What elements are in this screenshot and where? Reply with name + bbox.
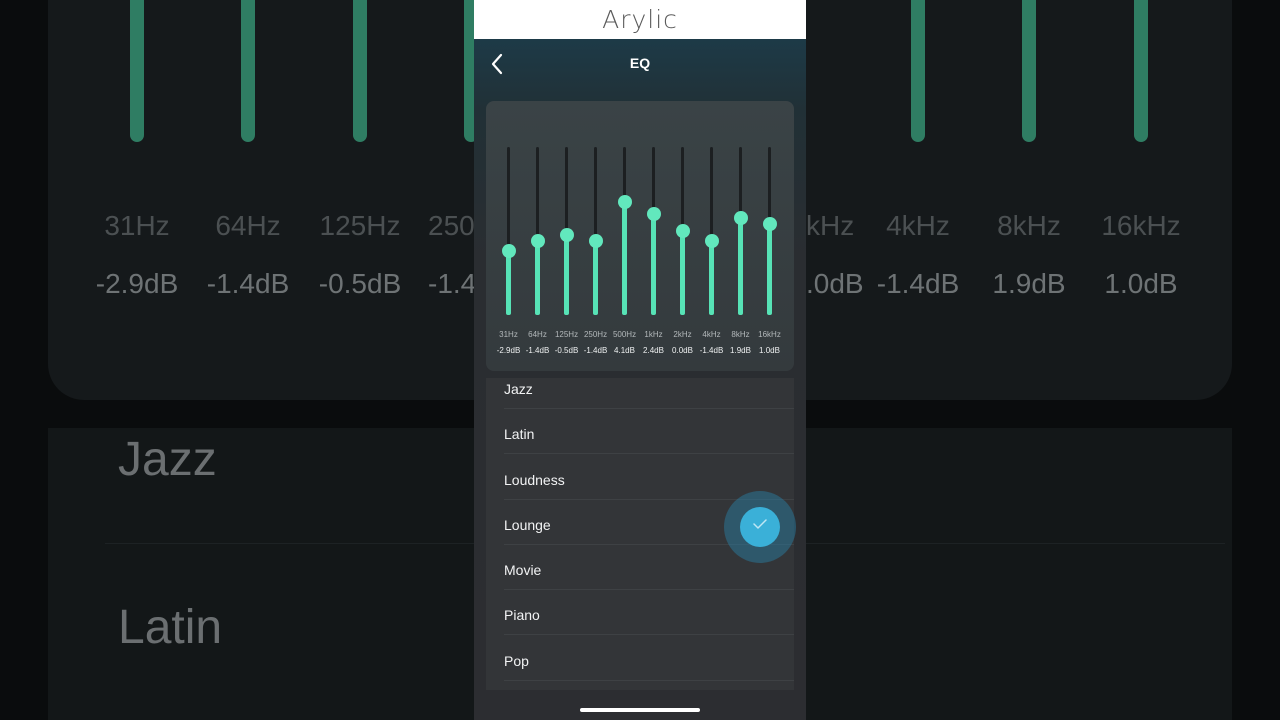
eq-slider-knob[interactable] <box>647 207 661 222</box>
eq-slider-fill <box>738 217 743 315</box>
eq-slider-knob[interactable] <box>589 233 603 248</box>
background-freq-label: 125Hz <box>319 210 401 241</box>
eq-slider-knob[interactable] <box>763 217 777 231</box>
eq-slider-knob[interactable] <box>560 227 574 242</box>
preset-label: Jazz <box>504 381 533 397</box>
preset-item-pop[interactable]: Pop <box>504 635 794 681</box>
preset-label: Piano <box>504 607 540 624</box>
eq-slider-fill <box>622 202 627 315</box>
background-db-label: -0.5dB <box>318 268 402 299</box>
background-bar <box>241 0 255 142</box>
eq-slider-knob[interactable] <box>676 224 690 238</box>
preset-label: Lounge <box>504 516 551 533</box>
eq-slider-knob[interactable] <box>705 233 719 248</box>
background-freq-label: 31Hz <box>104 210 170 241</box>
preset-label: Movie <box>504 562 542 579</box>
preset-label: Loudness <box>504 471 565 488</box>
background-bar <box>353 0 367 142</box>
preset-label: Latin <box>504 426 535 443</box>
brand-logo: Arylic <box>602 5 678 34</box>
eq-band-16khz: 16kHz 1.0dB <box>755 101 784 371</box>
background-bar <box>1134 0 1148 142</box>
eq-slider-knob[interactable] <box>734 210 748 225</box>
background-freq-label: 64Hz <box>215 210 281 241</box>
eq-slider-knob[interactable] <box>531 233 545 248</box>
background-db-label: -1.4dB <box>206 268 290 299</box>
phone-screen: Arylic EQ 31Hz -2.9dB 64Hz -1.4dB 125Hz -0.5d… <box>474 0 806 720</box>
eq-slider-fill <box>767 224 772 315</box>
eq-slider-fill <box>680 231 685 315</box>
preset-item-latin[interactable]: Latin <box>504 409 794 455</box>
home-indicator[interactable] <box>580 708 700 712</box>
background-freq-label: kHz <box>806 210 855 241</box>
eq-slider-fill <box>593 240 598 315</box>
eq-slider-fill <box>651 214 656 315</box>
eq-slider-fill <box>564 234 569 315</box>
background-freq-label: 16kHz <box>1101 210 1181 241</box>
eq-slider-knob[interactable] <box>502 244 516 259</box>
eq-slider-fill <box>506 251 511 315</box>
background-db-label: 1.9dB <box>992 268 1066 299</box>
background-bar <box>911 0 925 142</box>
background-db-label: 1.0dB <box>1104 268 1178 299</box>
page-title: EQ <box>629 55 651 71</box>
background-db-label: .0dB <box>806 268 864 299</box>
eq-slider-fill <box>709 240 714 315</box>
background-bar <box>130 0 144 142</box>
brand-banner: Arylic <box>474 0 806 39</box>
background-freq-label: 8kHz <box>997 210 1061 241</box>
preset-item-piano[interactable]: Piano <box>504 590 794 636</box>
background-preset-item: Latin <box>118 601 223 654</box>
background-freq-label: 4kHz <box>886 210 950 241</box>
background-preset-item: Jazz <box>118 433 217 486</box>
preset-item-jazz[interactable]: Jazz <box>504 378 794 409</box>
eq-slider-knob[interactable] <box>618 195 632 210</box>
confirm-button[interactable] <box>740 507 780 547</box>
preset-label: Pop <box>504 652 529 669</box>
eq-freq-label: 16kHz <box>758 330 781 339</box>
background-db-label: -1.4dB <box>876 268 960 299</box>
check-icon <box>753 519 767 529</box>
background-bar <box>1022 0 1036 142</box>
eq-slider-fill <box>535 240 540 315</box>
eq-db-label: 1.0dB <box>759 346 780 355</box>
background-db-label: -2.9dB <box>95 268 179 299</box>
equalizer-panel: 31Hz -2.9dB 64Hz -1.4dB 125Hz -0.5dB 250Hz -1.4… <box>486 101 794 371</box>
